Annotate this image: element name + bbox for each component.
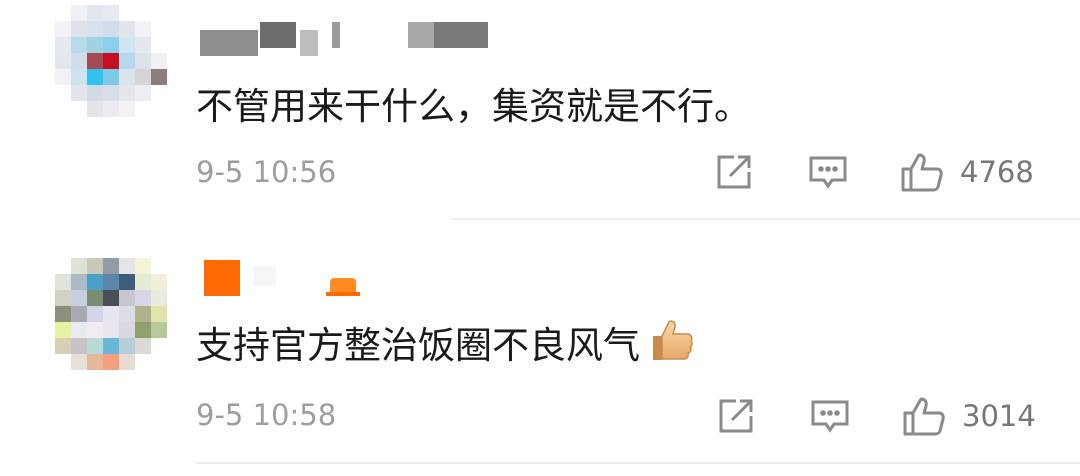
thumbs-up-emoji	[653, 320, 693, 360]
name-badge	[204, 260, 240, 296]
comment-timestamp: 9-5 10:56	[196, 155, 337, 189]
share-icon	[717, 155, 751, 189]
thumbs-up-icon	[901, 153, 943, 192]
comment-item: 支持官方整治饭圈不良风气 9-5 10:58 3014	[0, 220, 1080, 476]
comment-icon	[809, 156, 847, 189]
username-blurred[interactable]	[200, 260, 370, 300]
reply-button[interactable]	[808, 152, 848, 192]
comment-text: 支持官方整治饭圈不良风气	[196, 315, 694, 369]
divider	[196, 462, 1080, 464]
comment-icon	[811, 400, 849, 433]
share-icon	[719, 399, 753, 433]
like-button[interactable]: 3014	[902, 394, 1036, 438]
avatar[interactable]	[55, 258, 167, 370]
reply-button[interactable]	[810, 396, 850, 436]
like-count: 3014	[962, 399, 1036, 433]
share-button[interactable]	[714, 152, 754, 192]
comment-item: 不管用来干什么，集资就是不行。 9-5 10:56 4768	[0, 0, 1080, 220]
share-button[interactable]	[716, 396, 756, 436]
username-blurred[interactable]	[200, 22, 500, 56]
comment-text: 不管用来干什么，集资就是不行。	[196, 85, 751, 128]
avatar[interactable]	[55, 5, 167, 117]
like-count: 4768	[960, 155, 1034, 189]
thumbs-up-icon	[903, 397, 945, 436]
comment-text-content: 支持官方整治饭圈不良风气	[196, 324, 640, 367]
like-button[interactable]: 4768	[900, 150, 1034, 194]
comment-timestamp: 9-5 10:58	[196, 398, 337, 432]
